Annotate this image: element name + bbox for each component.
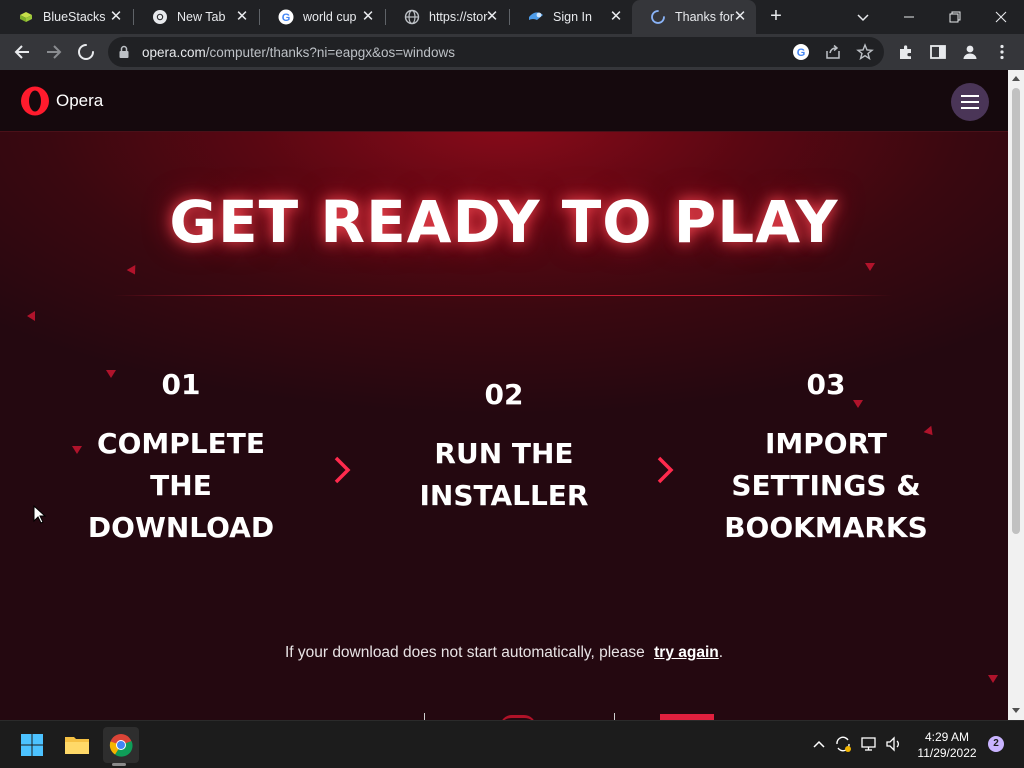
svg-text:G: G [282,12,291,24]
tab-world-cup[interactable]: G world cup ✕ [260,4,384,30]
download-retry-note: If your download does not start automati… [0,644,1008,662]
scroll-down-arrow-icon[interactable] [1012,708,1020,713]
step-number: 01 [161,368,201,401]
steam-icon [528,9,544,25]
share-icon[interactable] [824,43,842,61]
page-scrollbar[interactable] [1008,70,1024,720]
step-number: 02 [484,378,524,411]
hamburger-menu-button[interactable] [951,83,989,121]
show-hidden-icons-chevron-icon[interactable] [810,735,828,753]
url-path: /computer/thanks?ni=eapgx&os=windows [205,45,455,60]
profile-avatar-icon[interactable] [958,40,982,64]
tab-search-chevron-icon[interactable] [853,7,873,27]
close-tab-icon[interactable]: ✕ [732,9,748,25]
volume-icon[interactable] [885,735,903,753]
close-tab-icon[interactable]: ✕ [360,9,376,25]
extensions-puzzle-icon[interactable] [894,40,918,64]
svg-text:G: G [797,47,806,59]
new-tab-button[interactable]: + [765,6,787,28]
url-host: opera.com [142,45,206,60]
try-again-link[interactable]: try again [654,644,719,661]
step-label: IMPORT SETTINGS & BOOKMARKS [724,427,928,544]
retry-note-end: . [718,644,724,661]
minimize-icon[interactable] [886,0,932,34]
tab-sign-in[interactable]: Sign In ✕ [510,4,632,30]
loading-icon [650,9,666,25]
chrome-taskbar-icon[interactable] [103,727,139,763]
chrome-icon [152,9,168,25]
decorative-triangle [126,265,140,277]
google-icon: G [278,9,294,25]
page-headline: GET READY TO PLAY [169,188,839,256]
divider [614,713,615,720]
url-text: opera.com/computer/thanks?ni=eapgx&os=wi… [142,45,455,60]
step-2: 02 RUN THE INSTALLER [394,378,614,517]
close-tab-icon[interactable]: ✕ [608,9,624,25]
back-arrow-icon[interactable] [10,40,34,64]
opera-logo[interactable]: Opera [20,86,103,116]
lock-icon[interactable] [118,45,130,64]
tab-title: BlueStacks [43,10,106,24]
address-bar[interactable]: opera.com/computer/thanks?ni=eapgx&os=wi… [108,37,884,67]
bookmark-star-icon[interactable] [856,43,874,61]
close-window-icon[interactable] [978,0,1024,34]
scrollbar-thumb[interactable] [1012,88,1020,534]
retry-note-text: If your download does not start automati… [284,644,645,661]
step-number: 03 [806,368,846,401]
clock-time: 4:29 AM [924,730,970,744]
step-1: 01 COMPLETE THE DOWNLOAD [71,368,291,549]
forward-arrow-icon[interactable] [42,40,66,64]
brand-name: Opera [56,91,104,110]
step-chevron-icon [657,456,674,484]
close-tab-icon[interactable]: ✕ [484,9,500,25]
tab-strip: BlueStacks ✕ New Tab ✕ G world cup ✕ htt… [0,0,1024,34]
hamburger-icon [961,95,979,109]
globe-icon [404,9,420,25]
google-lens-icon[interactable]: G [792,43,810,61]
close-tab-icon[interactable]: ✕ [234,9,250,25]
decorative-triangle [988,675,998,683]
page-viewport: Opera GET READY TO PLAY 01 COMPLETE THE … [0,70,1008,720]
windows-taskbar: 4:29 AM 11/29/2022 2 [0,720,1024,768]
restore-icon[interactable] [932,0,978,34]
scroll-up-arrow-icon[interactable] [1012,76,1020,81]
network-icon[interactable] [861,735,879,753]
more-menu-kebab-icon[interactable] [990,40,1014,64]
tab-bluestacks[interactable]: BlueStacks ✕ [0,4,132,30]
opera-o-icon [21,86,49,116]
step-label: RUN THE INSTALLER [419,437,589,512]
step-3: 03 IMPORT SETTINGS & BOOKMARKS [716,368,936,549]
headline-divider [113,295,893,296]
mouse-cursor-icon [33,505,47,524]
decorative-triangle [27,311,35,321]
side-panel-icon[interactable] [926,40,950,64]
site-header: Opera [0,70,1008,132]
file-explorer-icon[interactable] [59,727,95,763]
notification-count-badge[interactable]: 2 [988,736,1004,752]
close-tab-icon[interactable]: ✕ [108,9,124,25]
loading-spinner-icon[interactable] [74,40,98,64]
tab-store[interactable]: https://stor ✕ [386,4,508,30]
browser-toolbar: opera.com/computer/thanks?ni=eapgx&os=wi… [0,34,1024,70]
active-app-indicator [112,763,126,766]
bluestacks-icon [18,9,34,25]
tab-new-tab[interactable]: New Tab ✕ [134,4,258,30]
decorative-triangle [865,263,875,271]
step-chevron-icon [334,456,351,484]
tab-thanks-active[interactable]: Thanks for ✕ [632,0,756,34]
divider [424,713,425,720]
clock-date: 11/29/2022 [917,746,977,760]
sync-status-icon[interactable] [834,735,852,753]
windows-start-icon[interactable] [14,727,50,763]
step-label: COMPLETE THE DOWNLOAD [87,427,275,544]
taskbar-clock[interactable]: 4:29 AM 11/29/2022 [912,729,982,761]
